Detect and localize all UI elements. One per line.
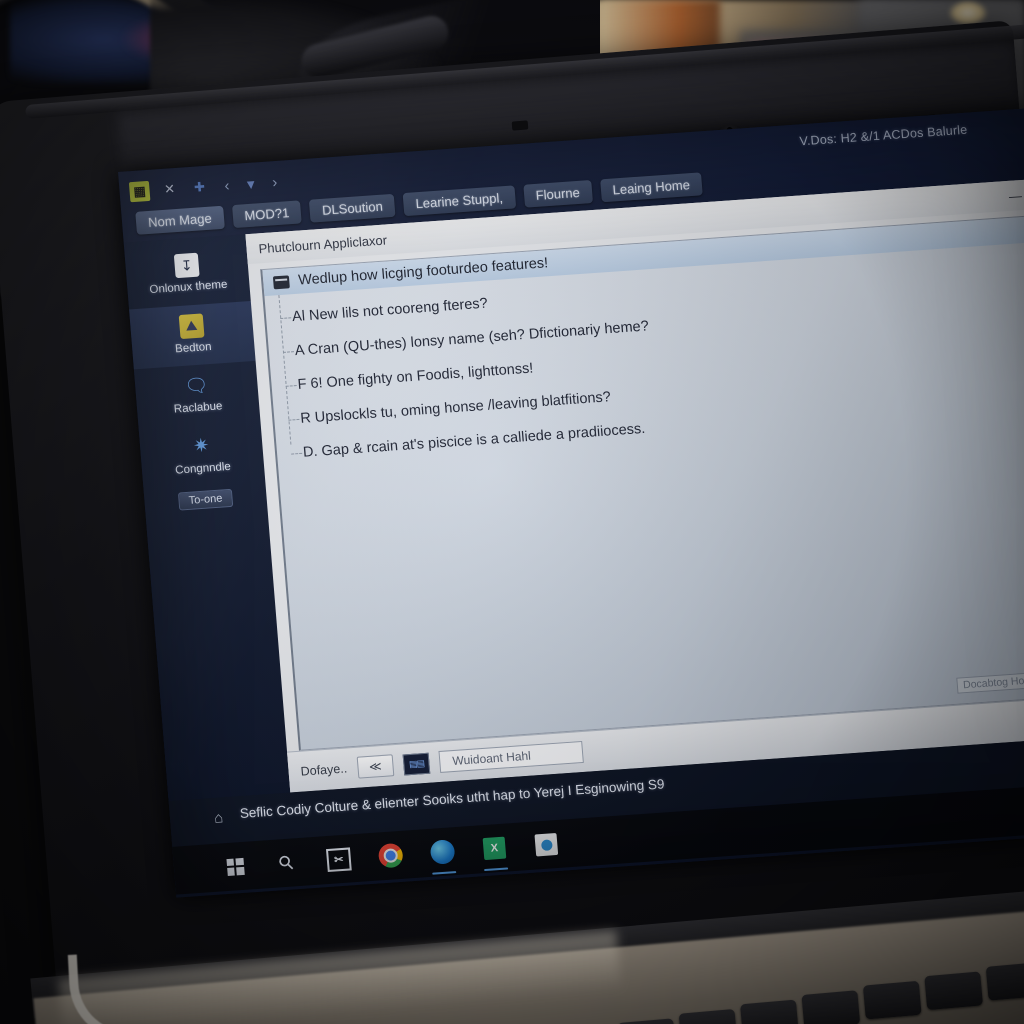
windows-logo-icon xyxy=(225,857,245,876)
chevron-right-icon[interactable]: › xyxy=(267,173,283,191)
document-window: Phutclourn Appliclахor — Wedlup how licg… xyxy=(245,179,1024,793)
tab-5[interactable]: Leaing Home xyxy=(599,172,703,203)
chevron-left-icon[interactable]: ‹ xyxy=(219,176,235,194)
status-title: V.Dos: H2 &/1 ACDos Balurle xyxy=(798,122,968,149)
tab-1[interactable]: MOD?1 xyxy=(231,200,303,229)
footer-label: Dofaye.. xyxy=(300,761,348,779)
home-icon[interactable]: ⌂ xyxy=(213,809,223,827)
monitor-preview-icon[interactable]: ▤▤ xyxy=(402,752,431,775)
edge-icon xyxy=(429,839,456,865)
photo-scene: ▦ ✕ ✚ ‹ ▼ › V.Dos: H2 &/1 ACDos Balurle … xyxy=(0,0,1024,1024)
sidebar-item-onlonux-theme[interactable]: ↧ Onlonux theme xyxy=(124,240,251,309)
tab-3[interactable]: Learine Stuppl, xyxy=(402,185,516,217)
microphone-left xyxy=(511,120,529,131)
store-icon xyxy=(534,832,559,857)
laptop-screen: ▦ ✕ ✚ ‹ ▼ › V.Dos: H2 &/1 ACDos Balurle … xyxy=(118,108,1024,898)
sidebar-item-label-3: Congnndle xyxy=(174,460,232,477)
sidebar-item-label-1: Bedton xyxy=(174,340,212,356)
store-button[interactable] xyxy=(532,831,560,859)
close-icon[interactable]: ✕ xyxy=(159,179,181,200)
search-button[interactable]: ⚲ xyxy=(273,849,301,877)
tree-row-label-0: Al New lils not cooreng fteres? xyxy=(291,295,489,326)
power-cable xyxy=(67,945,262,1024)
grid-app-icon[interactable]: ▦ xyxy=(128,180,151,203)
tab-0[interactable]: Nom Mage xyxy=(135,205,225,235)
chrome-button[interactable] xyxy=(377,842,405,870)
document-icon xyxy=(272,274,290,289)
sidebar-item-label-2: Raclabue xyxy=(173,400,223,416)
footer-field[interactable]: Wuidoant Hahl xyxy=(438,740,585,773)
tab-2[interactable]: DLSoution xyxy=(309,193,396,223)
caret-down-icon[interactable]: ▼ xyxy=(244,176,258,192)
document-title: Phutclourn Appliclахor xyxy=(257,231,388,256)
minimize-button[interactable]: — xyxy=(1008,187,1023,203)
snip-tool-icon: ✂ xyxy=(325,846,352,872)
speech-bubble-icon: 🗨 xyxy=(183,375,210,399)
document-watermark: Docabtog Homen xyxy=(956,671,1024,694)
person-star-icon: ✷ xyxy=(192,435,211,458)
excel-icon: X xyxy=(482,836,507,861)
edge-button[interactable] xyxy=(429,838,457,875)
running-indicator xyxy=(484,866,509,872)
pin-icon: ✚ xyxy=(193,178,206,195)
sidebar-item-bedton[interactable]: ⛰ Bedton xyxy=(129,300,256,370)
sidebar-item-label-0: Onlonux theme xyxy=(149,278,228,297)
search-icon: ⚲ xyxy=(274,850,300,876)
start-button[interactable] xyxy=(221,853,249,881)
excel-button[interactable]: X xyxy=(480,834,509,872)
footer-back-button[interactable]: ≪ xyxy=(356,754,395,779)
tab-4[interactable]: Flourne xyxy=(522,180,593,208)
snip-button[interactable]: ✂ xyxy=(325,845,353,873)
sidebar-item-raclabue[interactable]: 🗨 Raclabue xyxy=(134,361,261,430)
download-box-icon: ↧ xyxy=(173,252,200,279)
app-body: ↧ Onlonux theme ⛰ Bedton 🗨 Raclabue ✷ Co… xyxy=(123,179,1024,801)
document-content-pane: Wedlup how licging footurdeo features! A… xyxy=(260,215,1024,751)
image-folder-icon: ⛰ xyxy=(178,313,205,339)
sidebar-item-congnndle[interactable]: ✷ Congnndle xyxy=(139,422,266,491)
running-indicator xyxy=(432,870,457,875)
chrome-icon xyxy=(377,842,404,869)
sidebar-badge[interactable]: To-one xyxy=(178,488,233,511)
